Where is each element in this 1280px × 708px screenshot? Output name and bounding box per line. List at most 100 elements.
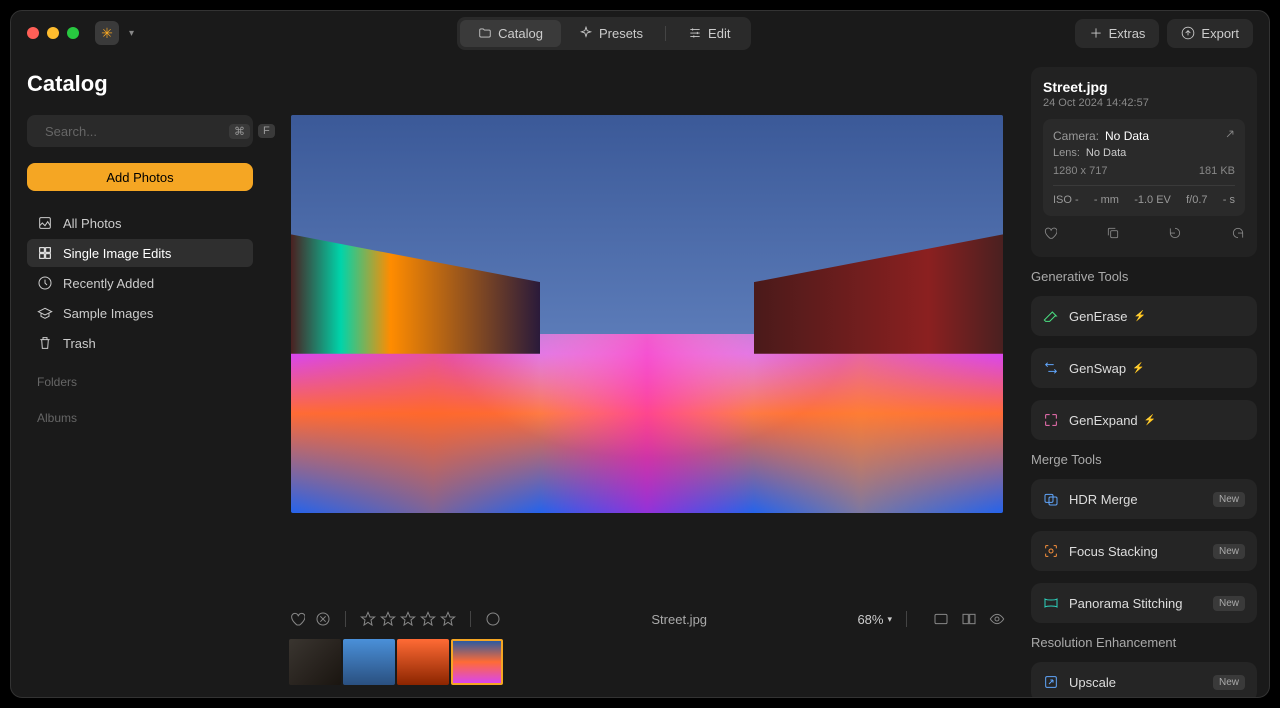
- nav-sample-images[interactable]: Sample Images: [27, 299, 253, 327]
- maximize-button[interactable]: [67, 27, 79, 39]
- folders-section[interactable]: Folders: [27, 367, 253, 393]
- extras-button[interactable]: Extras: [1075, 19, 1160, 48]
- generative-section-label: Generative Tools: [1031, 269, 1257, 284]
- close-button[interactable]: [27, 27, 39, 39]
- hdr-merge-button[interactable]: HDR Merge New: [1031, 479, 1257, 519]
- separator: [1053, 185, 1235, 186]
- color-label-icon[interactable]: [485, 611, 501, 627]
- upscale-button[interactable]: Upscale New: [1031, 662, 1257, 697]
- upscale-icon: [1043, 674, 1059, 690]
- thumbnail[interactable]: [289, 639, 341, 685]
- folder-icon: [478, 26, 492, 40]
- sliders-icon: [688, 26, 702, 40]
- nav-trash[interactable]: Trash: [27, 329, 253, 357]
- main-body: Catalog ⌘ F Add Photos All Photos Single…: [11, 55, 1269, 697]
- photos-icon: [37, 215, 53, 231]
- upload-icon: [1181, 26, 1195, 40]
- expand-icon[interactable]: [1223, 127, 1237, 146]
- minimize-button[interactable]: [47, 27, 59, 39]
- tab-edit-label: Edit: [708, 26, 730, 41]
- chevron-down-icon: ▾: [887, 614, 892, 625]
- copy-icon[interactable]: [1106, 226, 1120, 245]
- meta-filename: Street.jpg: [1043, 79, 1245, 95]
- nav-all-photos[interactable]: All Photos: [27, 209, 253, 237]
- thumbnail-selected[interactable]: [451, 639, 503, 685]
- star-icon[interactable]: [440, 611, 456, 627]
- nav-single-edits[interactable]: Single Image Edits: [27, 239, 253, 267]
- tool-label: Upscale: [1069, 675, 1116, 690]
- filesize-value: 181 KB: [1199, 165, 1235, 177]
- app-icon[interactable]: ✳: [95, 21, 119, 45]
- bolt-icon: ⚡: [1144, 415, 1156, 426]
- single-view-icon[interactable]: [933, 611, 949, 627]
- page-title: Catalog: [27, 71, 253, 97]
- image-canvas[interactable]: [291, 115, 1003, 513]
- metadata-card: Street.jpg 24 Oct 2024 14:42:57 Camera: …: [1031, 67, 1257, 257]
- focal-value: - mm: [1094, 194, 1119, 206]
- panorama-button[interactable]: Panorama Stitching New: [1031, 583, 1257, 623]
- nav-label: Recently Added: [63, 276, 154, 291]
- favorite-icon[interactable]: [289, 611, 305, 627]
- star-icon[interactable]: [420, 611, 436, 627]
- star-icon[interactable]: [360, 611, 376, 627]
- meta-actions: [1043, 226, 1245, 245]
- tool-label: HDR Merge: [1069, 492, 1138, 507]
- camera-row: Camera: No Data: [1053, 129, 1235, 143]
- star-rating[interactable]: [360, 611, 456, 627]
- heart-icon[interactable]: [1043, 226, 1057, 245]
- nav-recently-added[interactable]: Recently Added: [27, 269, 253, 297]
- export-button[interactable]: Export: [1167, 19, 1253, 48]
- nav-label: Trash: [63, 336, 96, 351]
- zoom-dropdown[interactable]: 68% ▾: [857, 612, 892, 627]
- camera-label: Camera:: [1053, 129, 1099, 143]
- thumbnail[interactable]: [343, 639, 395, 685]
- exif-row: ISO - - mm -1.0 EV f/0.7 - s: [1053, 194, 1235, 206]
- plus-sparkle-icon: [1089, 26, 1103, 40]
- search-input[interactable]: [45, 124, 221, 139]
- compare-view-icon[interactable]: [961, 611, 977, 627]
- swap-icon: [1043, 360, 1059, 376]
- albums-section[interactable]: Albums: [27, 403, 253, 429]
- tab-presets[interactable]: Presets: [561, 20, 661, 47]
- view-toggles: [933, 611, 1005, 627]
- add-photos-button[interactable]: Add Photos: [27, 163, 253, 191]
- tool-label: GenErase: [1069, 309, 1128, 324]
- tab-separator: [665, 26, 666, 41]
- search-box[interactable]: ⌘ F: [27, 115, 253, 147]
- mode-tabs: Catalog Presets Edit: [457, 17, 751, 50]
- zoom-value: 68%: [857, 612, 883, 627]
- tool-label: GenSwap: [1069, 361, 1126, 376]
- trash-icon: [37, 335, 53, 351]
- new-badge: New: [1213, 596, 1245, 611]
- eraser-icon: [1043, 308, 1059, 324]
- app-menu-chevron-icon[interactable]: ▾: [129, 28, 134, 39]
- generase-button[interactable]: GenErase⚡: [1031, 296, 1257, 336]
- thumbnail[interactable]: [397, 639, 449, 685]
- shortcut-cmd: ⌘: [229, 124, 250, 139]
- merge-section-label: Merge Tools: [1031, 452, 1257, 467]
- lens-row: Lens: No Data: [1053, 147, 1235, 159]
- preview-icon[interactable]: [989, 611, 1005, 627]
- star-icon[interactable]: [380, 611, 396, 627]
- tab-edit[interactable]: Edit: [670, 20, 748, 47]
- focus-icon: [1043, 543, 1059, 559]
- genswap-button[interactable]: GenSwap⚡: [1031, 348, 1257, 388]
- rotate-left-icon[interactable]: [1168, 226, 1182, 245]
- focus-stacking-button[interactable]: Focus Stacking New: [1031, 531, 1257, 571]
- panorama-icon: [1043, 595, 1059, 611]
- academic-icon: [37, 305, 53, 321]
- current-filename: Street.jpg: [511, 612, 847, 627]
- genexpand-button[interactable]: GenExpand⚡: [1031, 400, 1257, 440]
- new-badge: New: [1213, 544, 1245, 559]
- separator: [470, 611, 471, 627]
- rotate-right-icon[interactable]: [1231, 226, 1245, 245]
- star-icon[interactable]: [400, 611, 416, 627]
- new-badge: New: [1213, 675, 1245, 690]
- tab-catalog[interactable]: Catalog: [460, 20, 561, 47]
- top-right-actions: Extras Export: [1075, 19, 1253, 48]
- reject-icon[interactable]: [315, 611, 331, 627]
- nav-label: Sample Images: [63, 306, 153, 321]
- new-badge: New: [1213, 492, 1245, 507]
- separator: [345, 611, 346, 627]
- ev-value: -1.0 EV: [1134, 194, 1171, 206]
